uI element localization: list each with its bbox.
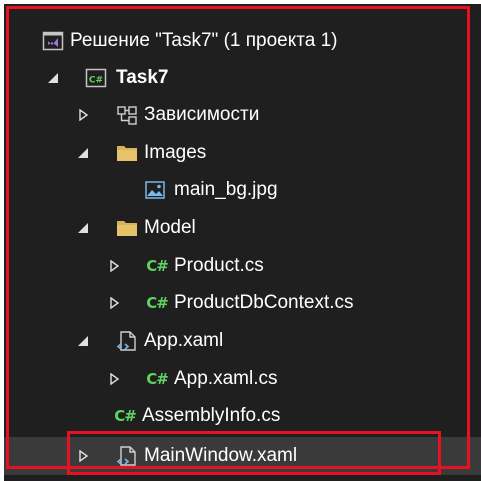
tree-item-label: main_bg.jpg (174, 178, 278, 200)
tree-item-label: MainWindow.xaml (144, 445, 298, 466)
expanded-arrow-icon[interactable] (76, 146, 90, 160)
collapsed-arrow-icon[interactable] (76, 108, 90, 122)
solution-explorer-panel: Решение "Task7" (1 проекта 1) C# Task7 З… (4, 4, 481, 481)
tree-item-project[interactable]: C# Task7 (4, 59, 481, 96)
tree-item-label: Images (144, 141, 207, 163)
folder-icon (116, 142, 138, 164)
tree-item-main-bg-jpg[interactable]: main_bg.jpg (4, 171, 481, 208)
expanded-arrow-icon[interactable] (76, 221, 90, 235)
expanded-arrow-icon[interactable] (46, 71, 60, 85)
solution-icon (42, 30, 64, 52)
tree-item-app-xaml[interactable]: App.xaml (4, 322, 481, 359)
xaml-file-icon (116, 330, 138, 352)
tree-item-model-folder[interactable]: Model (4, 209, 481, 246)
tree-item-label: ProductDbContext.cs (174, 291, 354, 313)
collapsed-arrow-icon[interactable] (107, 259, 121, 273)
expanded-arrow-icon[interactable] (76, 334, 90, 348)
tree-item-images-folder[interactable]: Images (4, 134, 481, 171)
xaml-file-icon (116, 445, 138, 467)
tree-item-label: AssemblyInfo.cs (142, 404, 281, 426)
tree-item-label: Зависимости (144, 103, 260, 125)
svg-text:C#: C# (89, 75, 103, 85)
csharp-file-icon: C# (146, 369, 169, 388)
tree-item-label: App.xaml (144, 329, 224, 351)
tree-item-app-xaml-cs[interactable]: C# App.xaml.cs (4, 360, 481, 397)
dependencies-icon (116, 104, 138, 126)
csharp-file-icon: C# (146, 256, 169, 275)
tree-item-assemblyinfo-cs[interactable]: C# AssemblyInfo.cs (4, 397, 481, 434)
tree-item-product-cs[interactable]: C# Product.cs (4, 247, 481, 284)
tree-item-productdbcontext-cs[interactable]: C# ProductDbContext.cs (4, 284, 481, 321)
solution-tree: Решение "Task7" (1 проекта 1) C# Task7 З… (4, 4, 481, 481)
csharp-project-icon: C# (85, 67, 107, 89)
tree-item-label: Решение "Task7" (1 проекта 1) (70, 29, 338, 51)
tree-item-label: Product.cs (174, 254, 264, 276)
tree-item-mainwindow-xaml[interactable]: MainWindow.xaml (4, 437, 481, 475)
tree-item-label: App.xaml.cs (174, 367, 278, 389)
tree-item-dependencies[interactable]: Зависимости (4, 96, 481, 133)
collapsed-arrow-icon[interactable] (76, 449, 90, 463)
collapsed-arrow-icon[interactable] (107, 372, 121, 386)
csharp-file-icon: C# (146, 293, 169, 312)
tree-item-label: Model (144, 216, 196, 238)
csharp-file-icon: C# (114, 406, 137, 425)
tree-item-solution[interactable]: Решение "Task7" (1 проекта 1) (4, 22, 481, 59)
image-file-icon (144, 179, 166, 201)
tree-item-label: Task7 (116, 66, 169, 88)
collapsed-arrow-icon[interactable] (107, 296, 121, 310)
folder-icon (116, 217, 138, 239)
